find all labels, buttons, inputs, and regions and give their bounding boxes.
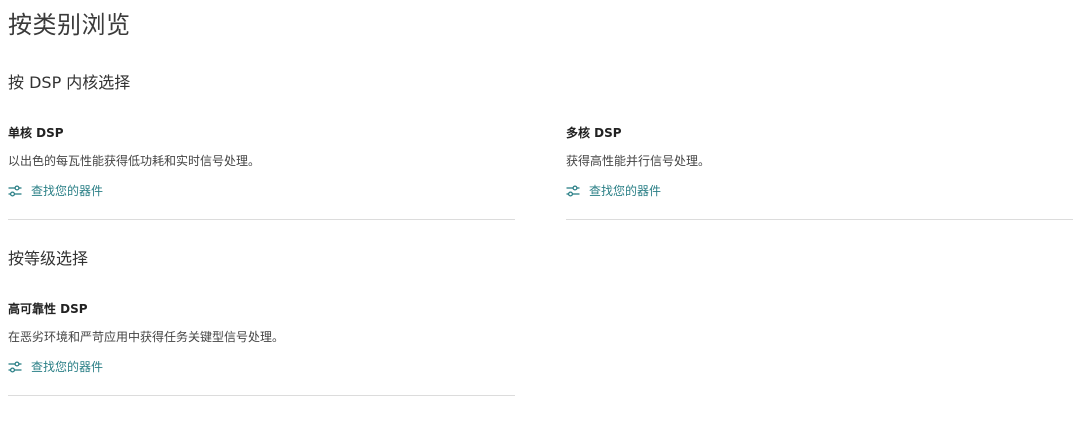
find-device-link[interactable]: 查找您的器件 [566,182,661,200]
find-device-link-label[interactable]: 查找您的器件 [31,358,103,376]
page-title: 按类别浏览 [8,11,131,39]
category-card-high-reliability: 高可靠性 DSP 在恶劣环境和严苛应用中获得任务关键型信号处理。 查找您的器件 [8,300,515,396]
find-device-link[interactable]: 查找您的器件 [8,358,103,376]
filter-sliders-icon [8,361,22,373]
section-title-dsp-core: 按 DSP 内核选择 [8,73,131,92]
section-title-grade: 按等级选择 [8,249,89,268]
filter-sliders-icon [8,185,22,197]
category-card-multi-core: 多核 DSP 获得高性能并行信号处理。 查找您的器件 [566,124,1073,220]
filter-sliders-icon [566,185,580,197]
find-device-link-label[interactable]: 查找您的器件 [589,182,661,200]
card-title: 高可靠性 DSP [8,302,88,316]
card-title: 单核 DSP [8,126,64,140]
card-description: 以出色的每瓦性能获得低功耗和实时信号处理。 [8,154,261,168]
find-device-link[interactable]: 查找您的器件 [8,182,103,200]
card-description: 在恶劣环境和严苛应用中获得任务关键型信号处理。 [8,330,285,344]
find-device-link-label[interactable]: 查找您的器件 [31,182,103,200]
card-description: 获得高性能并行信号处理。 [566,154,711,168]
card-title: 多核 DSP [566,126,622,140]
category-card-single-core: 单核 DSP 以出色的每瓦性能获得低功耗和实时信号处理。 查找您的器件 [8,124,515,220]
